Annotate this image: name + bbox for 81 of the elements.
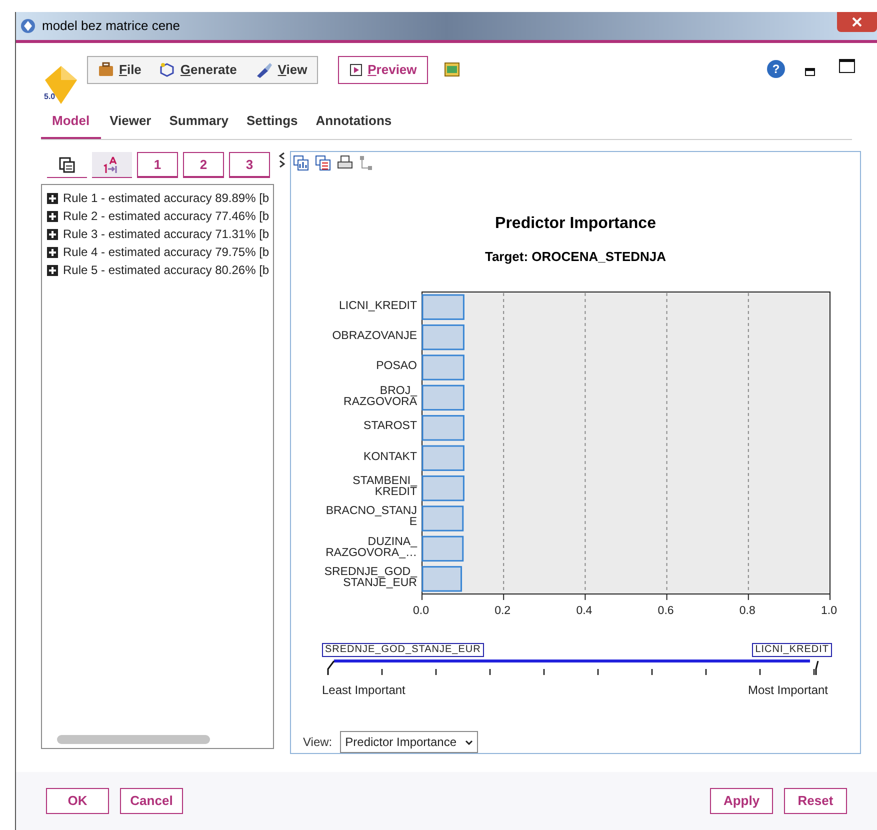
importance-bar bbox=[422, 354, 464, 380]
version-label: 5.0 bbox=[44, 92, 56, 101]
preview-button[interactable]: Preview bbox=[338, 56, 428, 84]
scrollbar-thumb[interactable] bbox=[57, 735, 210, 744]
category-label: OBRAZOVANJE bbox=[332, 330, 417, 342]
play-icon bbox=[350, 64, 362, 76]
level-button[interactable]: 3 bbox=[229, 152, 270, 178]
help-button[interactable]: ? bbox=[767, 60, 785, 78]
rule-item[interactable]: Rule 3 - estimated accuracy 71.31% [b bbox=[63, 225, 270, 243]
rule-item[interactable]: Rule 2 - estimated accuracy 77.46% [b bbox=[63, 207, 270, 225]
chart-subtitle: Target: OROCENA_STEDNJA bbox=[484, 248, 666, 266]
least-important-label: Least Important bbox=[322, 682, 406, 699]
rule-item[interactable]: Rule 5 - estimated accuracy 80.26% [b bbox=[63, 261, 270, 279]
tab[interactable]: Model bbox=[41, 110, 101, 139]
chart-title: Predictor Importance bbox=[495, 214, 656, 234]
tab[interactable]: Viewer bbox=[100, 110, 160, 139]
expand-icon[interactable] bbox=[47, 228, 58, 240]
level-button[interactable]: 1 bbox=[137, 152, 178, 178]
category-label: BROJ_ RAZGOVORA bbox=[344, 386, 417, 408]
expand-icon[interactable] bbox=[47, 210, 58, 222]
importance-bar bbox=[422, 475, 464, 502]
rule-item[interactable]: Rule 4 - estimated accuracy 79.75% [b bbox=[63, 243, 270, 261]
importance-bar bbox=[422, 566, 462, 592]
print-icon[interactable] bbox=[337, 155, 353, 172]
tab[interactable]: Settings bbox=[238, 110, 307, 139]
sparkle-hexagon-icon bbox=[159, 62, 176, 78]
expand-icon[interactable] bbox=[47, 246, 58, 258]
importance-bar bbox=[422, 384, 464, 411]
expand-icon[interactable] bbox=[47, 264, 58, 276]
chart-copy-icon[interactable] bbox=[293, 155, 309, 172]
category-label: LICNI_KREDIT bbox=[339, 300, 417, 312]
tick-label: 0.0 bbox=[413, 604, 429, 619]
importance-bar bbox=[422, 324, 464, 350]
dialog-button[interactable]: Reset bbox=[784, 788, 847, 814]
category-label: STAROST bbox=[364, 421, 417, 432]
tick-label: 0.8 bbox=[739, 604, 756, 619]
window-title: model bez matrice cene bbox=[42, 17, 180, 36]
tick-label: 0.2 bbox=[494, 604, 511, 619]
table-copy-icon[interactable] bbox=[315, 155, 331, 172]
menu-button[interactable]: File bbox=[98, 60, 142, 80]
view-dropdown[interactable]: Predictor Importance bbox=[340, 731, 478, 753]
dialog-button[interactable]: Cancel bbox=[120, 788, 183, 814]
category-label: POSAO bbox=[376, 360, 417, 372]
rule-item[interactable]: Rule 1 - estimated accuracy 89.89% [b bbox=[63, 189, 270, 207]
category-label: DUZINA_ RAZGOVORA_… bbox=[326, 536, 417, 559]
importance-bar bbox=[422, 445, 464, 471]
copy-list-icon bbox=[59, 156, 75, 172]
level-button[interactable]: 2 bbox=[183, 152, 224, 178]
briefcase-icon bbox=[98, 62, 114, 78]
expand-icon[interactable] bbox=[47, 192, 58, 204]
view-label: View: bbox=[303, 734, 332, 751]
close-button[interactable] bbox=[837, 12, 877, 32]
dialog-button[interactable]: OK bbox=[46, 788, 109, 814]
tab[interactable]: Annotations bbox=[306, 110, 401, 139]
tick-label: 0.4 bbox=[576, 604, 592, 619]
collapse-arrows-icon[interactable] bbox=[278, 152, 286, 168]
least-field-label: SREDNJE_GOD_STANJE_EUR bbox=[322, 643, 484, 657]
menu-button[interactable]: View bbox=[254, 60, 308, 80]
most-field-label: LICNI_KREDIT bbox=[752, 643, 832, 657]
category-label: STAMBENI_ KREDIT bbox=[352, 476, 417, 498]
minimize-icon[interactable] bbox=[805, 68, 815, 76]
menu-button[interactable]: Generate bbox=[159, 60, 237, 80]
dialog-button[interactable]: Apply bbox=[710, 788, 773, 814]
importance-bar bbox=[422, 415, 464, 441]
importance-bar bbox=[422, 506, 464, 532]
tree-icon[interactable] bbox=[359, 155, 373, 172]
view-toggle-button[interactable] bbox=[92, 152, 132, 178]
maximize-icon[interactable] bbox=[839, 59, 855, 73]
flashlight-icon bbox=[254, 62, 273, 78]
category-label: BRACNO_STANJ E bbox=[326, 506, 417, 528]
importance-bar bbox=[422, 294, 464, 320]
category-label: KONTAKT bbox=[364, 452, 417, 463]
app-logo-icon bbox=[20, 18, 36, 34]
tab[interactable]: Summary bbox=[160, 110, 238, 139]
most-important-label: Most Important bbox=[748, 682, 828, 699]
importance-bar bbox=[422, 536, 464, 562]
tick-label: 1.0 bbox=[821, 604, 837, 619]
chevron-down-icon bbox=[464, 740, 473, 744]
category-label: SREDNJE_GOD_ STANJE_EUR bbox=[324, 566, 417, 589]
close-icon bbox=[852, 17, 862, 27]
tick-label: 0.6 bbox=[658, 604, 674, 619]
